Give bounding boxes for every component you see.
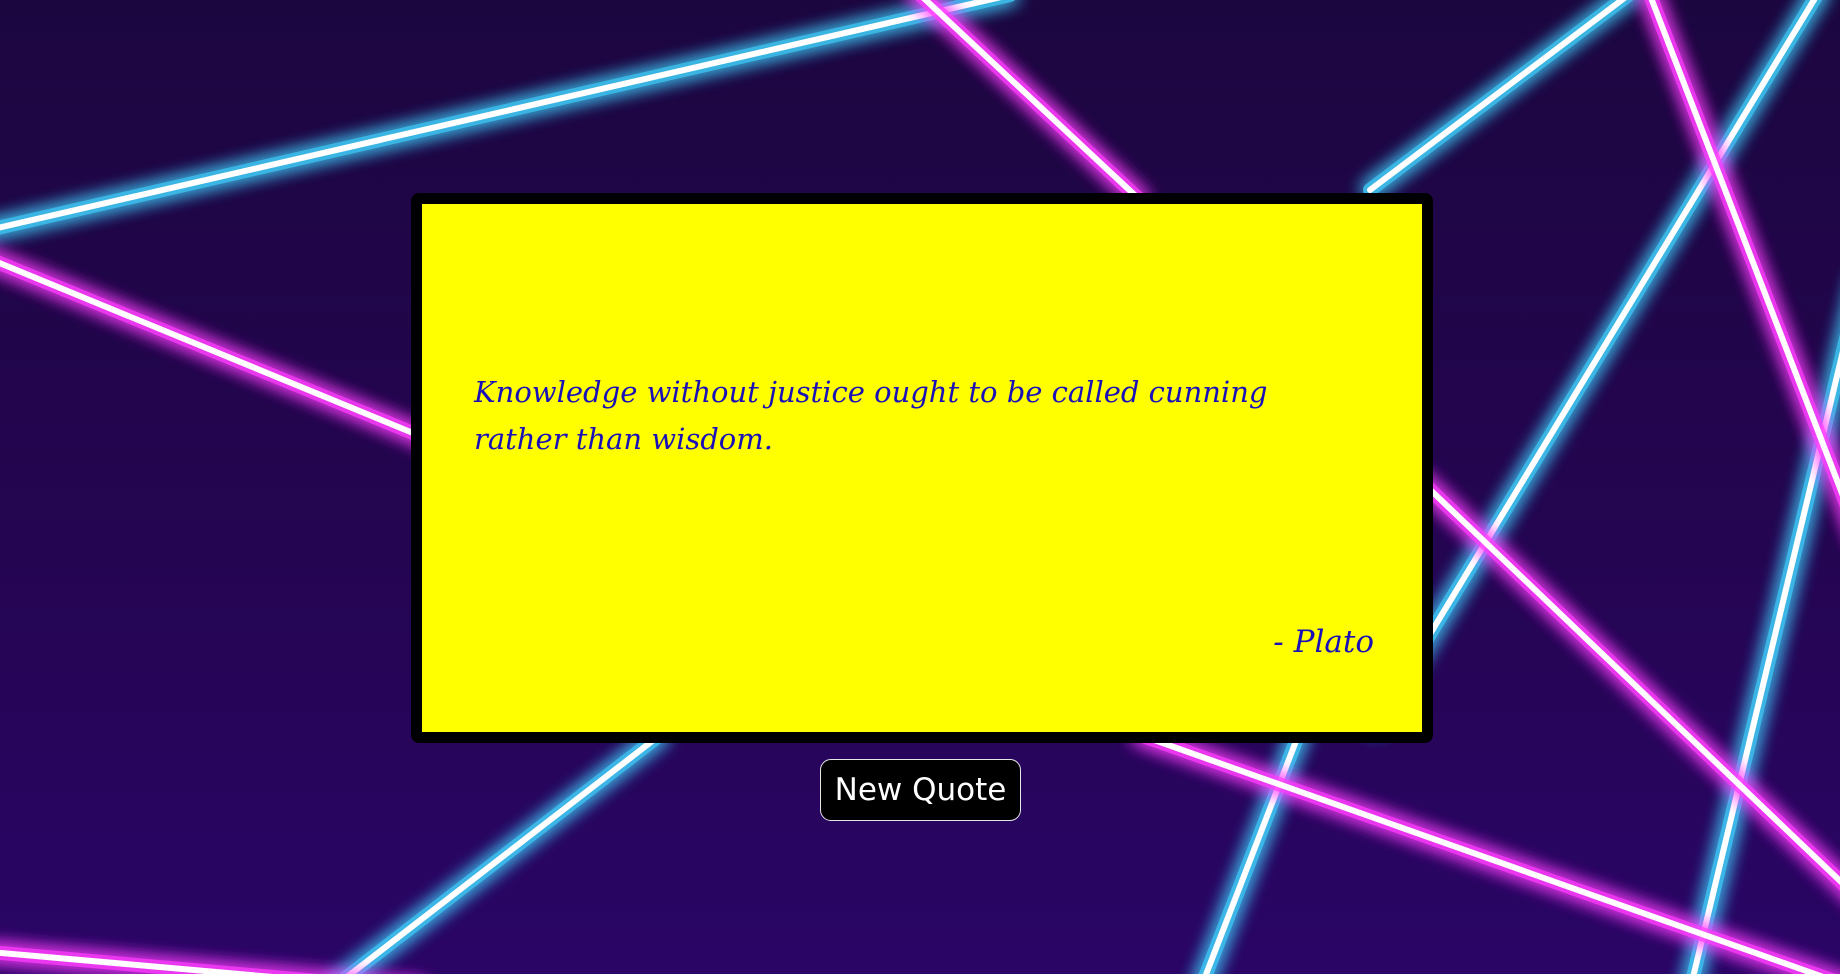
quote-card: Knowledge without justice ought to be ca…: [411, 193, 1433, 743]
quote-author: - Plato: [1273, 624, 1374, 660]
quote-text: Knowledge without justice ought to be ca…: [474, 375, 1268, 456]
new-quote-button[interactable]: New Quote: [820, 759, 1021, 821]
